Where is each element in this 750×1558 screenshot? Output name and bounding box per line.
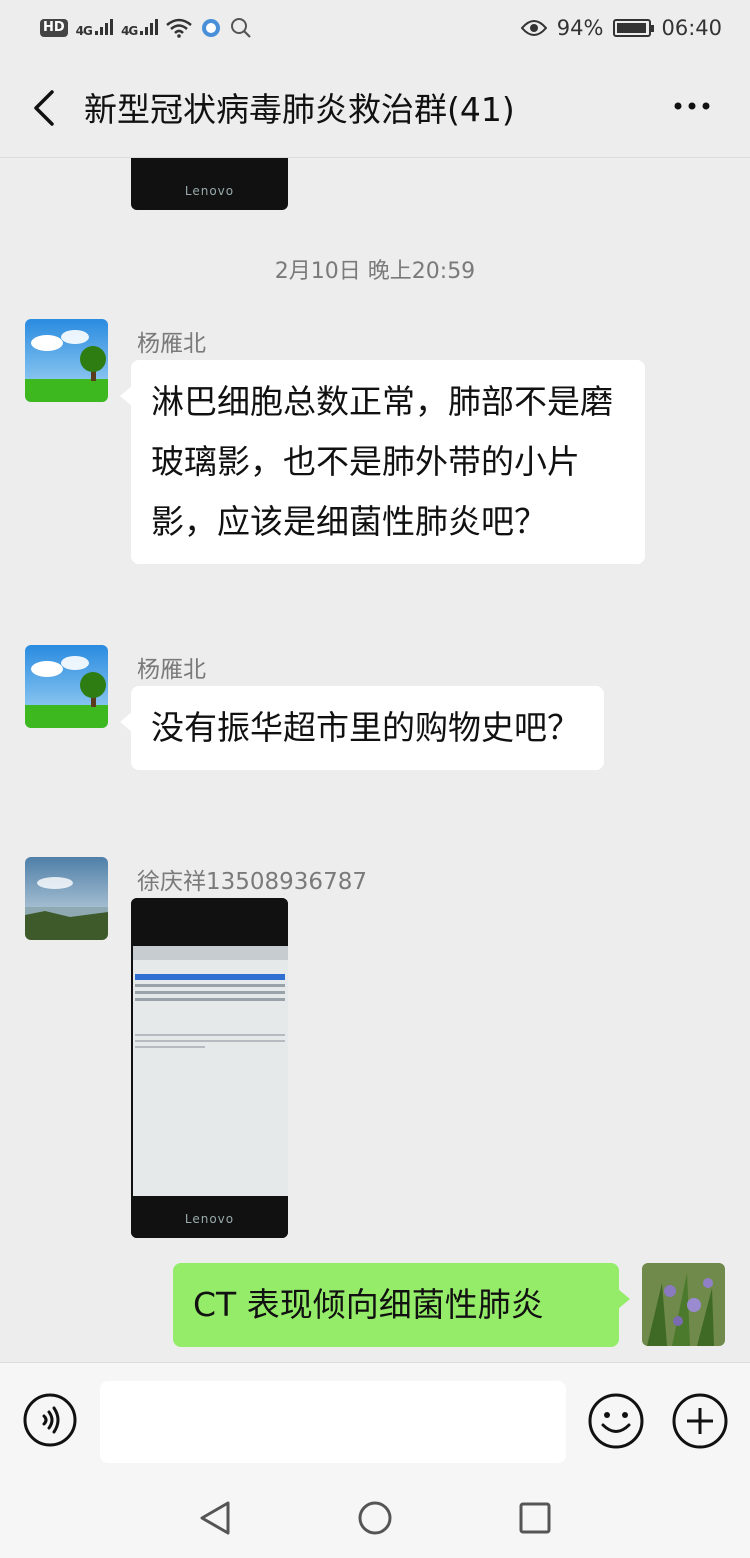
message-text: 淋巴细胞总数正常，肺部不是磨玻璃影，也不是肺外带的小片影，应该是细菌性肺炎吧？ <box>151 382 613 541</box>
battery-fill <box>617 23 646 33</box>
brand-label: Lenovo <box>184 184 235 198</box>
plus-icon[interactable] <box>671 1392 729 1450</box>
emoji-icon[interactable] <box>587 1392 645 1450</box>
image-message[interactable]: Lenovo <box>131 898 288 1238</box>
battery-percent: 94% <box>556 16 604 40</box>
avatar-self[interactable] <box>642 1263 725 1346</box>
chat-header: 新型冠状病毒肺炎救治群(41) <box>0 56 750 158</box>
clock: 06:40 <box>661 16 722 40</box>
input-bar <box>0 1362 750 1477</box>
sender-name: 徐庆祥13508936787 <box>137 869 367 895</box>
message-input[interactable] <box>100 1381 566 1463</box>
system-nav-bar <box>0 1477 750 1558</box>
message-bubble[interactable]: 淋巴细胞总数正常，肺部不是磨玻璃影，也不是肺外带的小片影，应该是细菌性肺炎吧？ <box>120 360 645 564</box>
signal-icon-2: 4G <box>121 18 159 38</box>
more-dots-icon[interactable] <box>672 96 712 116</box>
wifi-icon <box>166 18 193 38</box>
status-bar: HD 4G 4G 94% 06:40 <box>0 0 750 56</box>
image-message-partial[interactable]: Lenovo <box>131 158 288 210</box>
status-right: 94% 06:40 <box>520 16 722 40</box>
back-button[interactable] <box>26 86 66 130</box>
sender-name: 杨雁北 <box>137 331 206 357</box>
eye-icon <box>520 20 547 36</box>
search-icon <box>231 18 252 38</box>
square-recent-icon[interactable] <box>516 1499 554 1537</box>
message-bubble[interactable]: 没有振华超市里的购物史吧？ <box>120 686 604 770</box>
message-text: 没有振华超市里的购物史吧？ <box>151 708 580 747</box>
hd-badge: HD <box>40 19 68 37</box>
voice-icon[interactable] <box>22 1392 78 1448</box>
message-text: CT 表现倾向细菌性肺炎 <box>193 1285 544 1324</box>
circle-home-icon[interactable] <box>356 1499 394 1537</box>
message-bubble-self[interactable]: CT 表现倾向细菌性肺炎 <box>173 1263 630 1347</box>
chat-area[interactable]: Lenovo 2月10日 晚上20:59 杨雁北 淋巴细胞总数正常，肺部不是磨玻… <box>0 158 750 1362</box>
chat-title: 新型冠状病毒肺炎救治群(41) <box>84 90 515 129</box>
avatar[interactable] <box>25 857 108 940</box>
sender-name: 杨雁北 <box>137 657 206 683</box>
signal-icon: 4G <box>76 18 114 38</box>
status-left: HD 4G 4G <box>40 17 252 39</box>
brand-label: Lenovo <box>184 1212 235 1226</box>
app-notification-icon <box>202 19 221 37</box>
triangle-back-icon[interactable] <box>196 1499 234 1537</box>
battery-icon <box>613 19 655 37</box>
avatar[interactable] <box>25 319 108 402</box>
avatar[interactable] <box>25 645 108 728</box>
timestamp: 2月10日 晚上20:59 <box>274 259 476 284</box>
